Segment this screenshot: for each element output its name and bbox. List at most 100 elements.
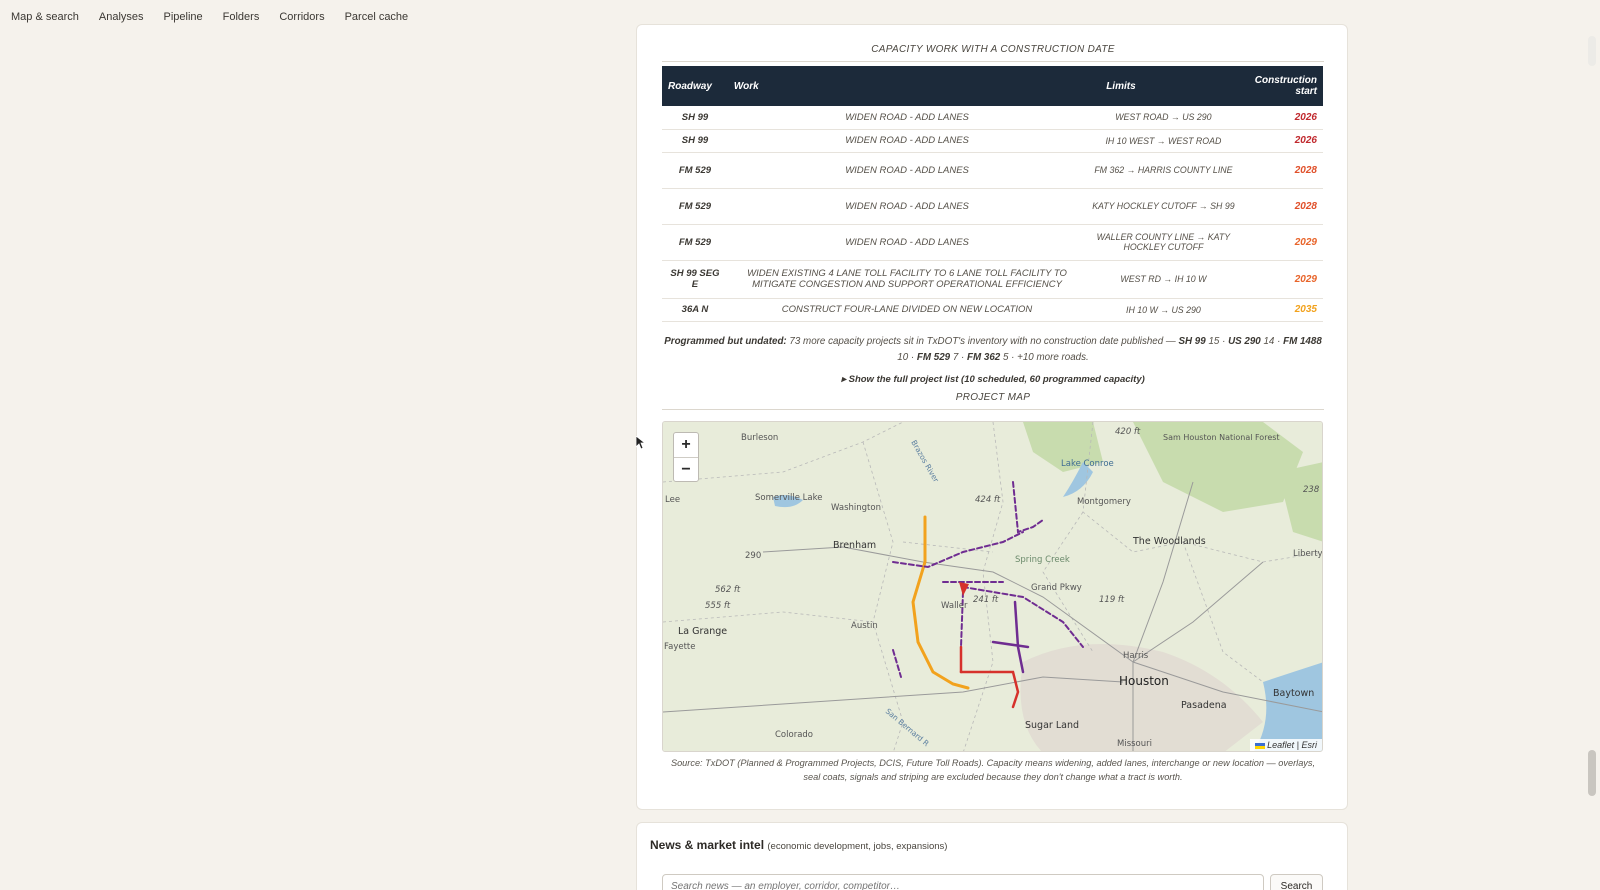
label-washington: Washington (831, 503, 881, 513)
undated-label: Programmed but undated: (664, 336, 787, 347)
news-subtitle: (economic development, jobs, expansions) (767, 841, 948, 852)
scroll-track (1588, 36, 1596, 66)
label-lee: Lee (665, 495, 680, 505)
zoom-out-button[interactable]: − (674, 457, 698, 481)
news-title: News & market intel (650, 838, 765, 852)
cell-limits: FM 362 → HARRIS COUNTY LINE (1086, 152, 1241, 189)
nav-parcel-cache[interactable]: Parcel cache (345, 11, 409, 23)
cell-construction-year: 2035 (1240, 298, 1323, 322)
undated-road-name: FM 1488 (1283, 336, 1322, 347)
cell-limits: KATY HOCKLEY CUTOFF → SH 99 (1086, 188, 1241, 225)
label-baytown: Baytown (1273, 688, 1314, 699)
cell-construction-year: 2028 (1240, 152, 1323, 189)
table-row: FM 529 WIDEN ROAD - ADD LANES FM 362 → HAR… (662, 152, 1323, 189)
cell-work: WIDEN ROAD - ADD LANES (727, 188, 1087, 225)
zoom-in-button[interactable]: + (674, 433, 698, 457)
news-search-input[interactable] (662, 874, 1264, 890)
table-row: 36A N CONSTRUCT FOUR-LANE DIVIDED ON NEW … (662, 298, 1323, 322)
map-canvas[interactable]: Burleson Somerville Lake Washington Bren… (663, 422, 1323, 752)
undated-road-count: 5 (1002, 352, 1009, 363)
cell-work: WIDEN ROAD - ADD LANES (727, 129, 1087, 153)
cell-construction-year: 2028 (1240, 188, 1323, 225)
label-route-290: 290 (745, 551, 761, 561)
label-waller: Waller (941, 601, 968, 611)
label-harris: Harris (1123, 651, 1149, 661)
label-sugar-land: Sugar Land (1025, 720, 1079, 731)
mouse-cursor-icon (636, 436, 646, 450)
undated-note: Programmed but undated: 73 more capacity… (662, 334, 1324, 366)
col-work: Work (727, 66, 1087, 106)
label-grand-pkwy: Grand Pkwy (1031, 583, 1082, 593)
cell-work: WIDEN EXISTING 4 LANE TOLL FACILITY TO 6… (727, 260, 1087, 299)
undated-road-name: SH 99 (1178, 336, 1206, 347)
cell-construction-year: 2026 (1240, 106, 1323, 130)
label-austin: Austin (851, 621, 878, 631)
table-header-row: Roadway Work Limits Construction start (662, 66, 1323, 106)
cell-construction-year: 2026 (1240, 129, 1323, 153)
project-map-title: PROJECT MAP (955, 392, 1031, 403)
label-somerville-lake: Somerville Lake (755, 493, 822, 503)
cell-roadway: SH 99 (662, 129, 728, 153)
label-brenham: Brenham (833, 540, 876, 551)
label-missouri: Missouri (1117, 739, 1152, 749)
label-elev-562: 562 ft (715, 585, 741, 595)
label-spring-creek: Spring Creek (1015, 555, 1070, 565)
scroll-thumb[interactable] (1588, 750, 1596, 796)
label-sam-houston-forest: Sam Houston National Forest (1163, 433, 1280, 442)
label-fayette: Fayette (664, 642, 695, 652)
label-lake-conroe: Lake Conroe (1061, 459, 1114, 469)
col-limits: Limits (1086, 66, 1241, 106)
undated-road-name: FM 362 (967, 352, 1001, 363)
news-heading: News & market intel (economic developmen… (650, 838, 947, 852)
nav-map-search[interactable]: Map & search (11, 11, 79, 23)
news-search-button[interactable]: Search (1270, 874, 1323, 890)
label-la-grange: La Grange (678, 626, 727, 637)
nav-corridors[interactable]: Corridors (279, 11, 324, 23)
nav-folders[interactable]: Folders (223, 11, 260, 23)
cell-roadway: FM 529 (662, 188, 728, 225)
esri-link[interactable]: Esri (1302, 740, 1318, 750)
undated-road-count: 10 (897, 352, 909, 363)
leaflet-link[interactable]: Leaflet (1267, 740, 1294, 750)
label-elev-241: 241 ft (973, 595, 999, 605)
cell-roadway: SH 99 (662, 106, 728, 130)
undated-road-name: US 290 (1228, 336, 1261, 347)
cell-limits: WEST RD → IH 10 W (1086, 260, 1241, 299)
undated-text: 73 more capacity projects sit in TxDOT's… (789, 336, 1176, 347)
label-pasadena: Pasadena (1181, 700, 1227, 711)
cell-limits: IH 10 WEST → WEST ROAD (1086, 129, 1241, 153)
label-elev-555: 555 ft (705, 601, 731, 611)
label-liberty: Liberty (1293, 549, 1323, 559)
label-the-woodlands: The Woodlands (1132, 536, 1206, 547)
map-attribution: Leaflet | Esri (1250, 739, 1322, 751)
zoom-control: + − (673, 432, 699, 482)
section-divider (662, 409, 1324, 410)
undated-road-count: 14 (1263, 336, 1275, 347)
label-elev-119: 119 ft (1099, 595, 1125, 605)
cell-limits: WEST ROAD → US 290 (1086, 106, 1241, 130)
cell-roadway: 36A N (662, 298, 728, 322)
table-row: SH 99 SEG E WIDEN EXISTING 4 LANE TOLL FA… (662, 260, 1323, 299)
cell-limits: IH 10 W → US 290 (1086, 298, 1241, 322)
table-row: FM 529 WIDEN ROAD - ADD LANES WALLER COUNT… (662, 224, 1323, 261)
undated-road-count: 7 (952, 352, 959, 363)
label-colorado: Colorado (775, 730, 813, 740)
label-elev-424: 424 ft (975, 495, 1001, 505)
ukraine-flag-icon (1255, 742, 1266, 749)
label-elev-238: 238 ft (1303, 485, 1323, 495)
nav-analyses[interactable]: Analyses (99, 11, 144, 23)
show-full-list-toggle[interactable]: ▸ Show the full project list (10 schedul… (662, 374, 1324, 385)
cell-limits: WALLER COUNTY LINE → KATY HOCKLEY CUTOFF (1086, 224, 1241, 261)
table-row: FM 529 WIDEN ROAD - ADD LANES KATY HOCKLEY… (662, 188, 1323, 225)
cell-work: WIDEN ROAD - ADD LANES (727, 106, 1087, 130)
page-scrollbar[interactable] (1588, 36, 1596, 886)
undated-more: +10 more roads. (1017, 352, 1089, 363)
col-construction-start: Construction start (1240, 66, 1323, 106)
nav-pipeline[interactable]: Pipeline (164, 11, 203, 23)
undated-road-name: FM 529 (916, 352, 951, 363)
capacity-table: Roadway Work Limits Construction start S… (662, 66, 1323, 322)
source-note: Source: TxDOT (Planned & Programmed Proj… (670, 758, 1316, 782)
project-map[interactable]: Burleson Somerville Lake Washington Bren… (662, 421, 1323, 752)
table-row: SH 99 WIDEN ROAD - ADD LANES WEST ROAD → U… (662, 106, 1323, 130)
cell-work: CONSTRUCT FOUR-LANE DIVIDED ON NEW LOCAT… (727, 298, 1087, 322)
